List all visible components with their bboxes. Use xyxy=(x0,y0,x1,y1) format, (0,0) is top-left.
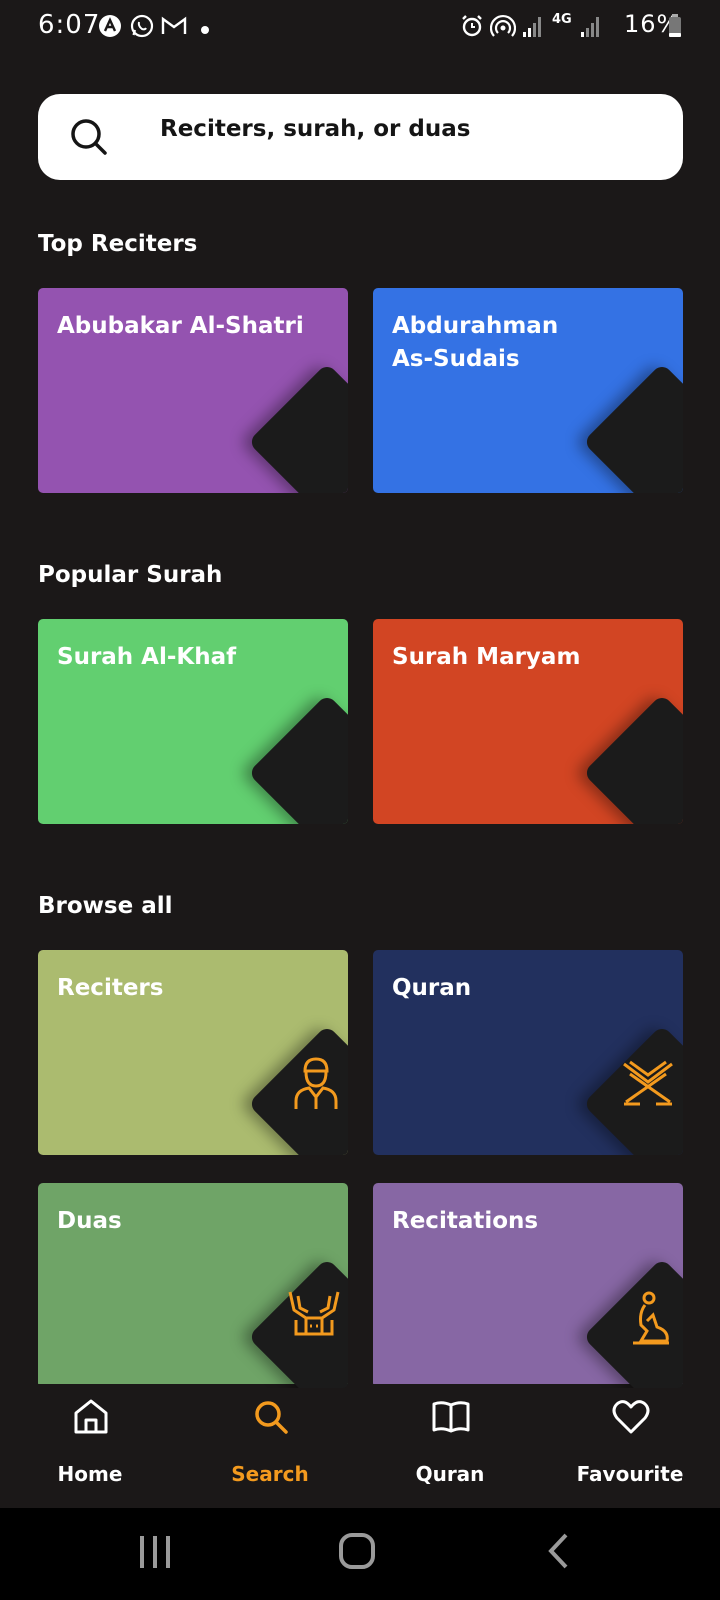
card-title: Quran xyxy=(392,975,472,1001)
card-browse-duas[interactable]: Duas xyxy=(38,1183,348,1388)
card-diamond xyxy=(247,693,348,824)
card-browse-reciters[interactable]: Reciters xyxy=(38,950,348,1155)
nav-favourite[interactable]: Favourite xyxy=(540,1384,720,1508)
card-title: Abubakar Al-Shatri xyxy=(57,313,304,339)
nav-search[interactable]: Search xyxy=(180,1384,360,1508)
notification-dot-icon xyxy=(200,20,210,39)
card-title: Surah Maryam xyxy=(392,644,581,670)
card-diamond xyxy=(582,693,683,824)
card-diamond xyxy=(582,362,683,493)
home-icon xyxy=(72,1398,110,1436)
book-icon xyxy=(432,1398,470,1436)
search-icon xyxy=(252,1398,290,1436)
nav-label-home: Home xyxy=(57,1462,123,1486)
signal-icon-2 xyxy=(580,14,602,42)
nav-label-quran: Quran xyxy=(415,1462,485,1486)
nav-quran[interactable]: Quran xyxy=(360,1384,540,1508)
gmail-icon xyxy=(161,14,187,42)
card-surah-al-khaf[interactable]: Surah Al-Khaf xyxy=(38,619,348,824)
network-type: 4G xyxy=(552,12,572,27)
card-title: Duas xyxy=(57,1208,122,1234)
back-icon[interactable] xyxy=(546,1532,570,1574)
card-browse-recitations[interactable]: Recitations xyxy=(373,1183,683,1388)
person-icon xyxy=(291,1055,341,1115)
search-placeholder: Reciters, surah, or duas xyxy=(160,116,471,142)
quran-stand-icon xyxy=(620,1058,676,1112)
card-reciter-sudais[interactable]: Abdurahman As-Sudais xyxy=(373,288,683,493)
praying-hands-icon xyxy=(288,1288,340,1342)
alarm-icon xyxy=(460,14,484,42)
nav-label-favourite: Favourite xyxy=(576,1462,684,1486)
card-title: Reciters xyxy=(57,975,164,1001)
status-bar: 6:07 4G 16% xyxy=(0,0,720,52)
whatsapp-icon xyxy=(130,14,154,42)
card-surah-maryam[interactable]: Surah Maryam xyxy=(373,619,683,824)
section-title-browse-all: Browse all xyxy=(38,893,173,919)
app-notification-icon xyxy=(98,14,122,42)
card-title: Abdurahman As-Sudais xyxy=(392,313,559,372)
card-browse-quran[interactable]: Quran xyxy=(373,950,683,1155)
hotspot-icon xyxy=(489,14,517,42)
battery-icon xyxy=(668,14,682,42)
heart-icon xyxy=(612,1398,650,1436)
search-input[interactable]: Reciters, surah, or duas xyxy=(38,94,683,180)
status-time: 6:07 xyxy=(38,10,101,40)
card-reciter-abubakar[interactable]: Abubakar Al-Shatri xyxy=(38,288,348,493)
system-navigation-bar xyxy=(0,1508,720,1600)
section-title-top-reciters: Top Reciters xyxy=(38,231,198,257)
app-screen: 6:07 4G 16% Reciters, surah, or duas Top… xyxy=(0,0,720,1600)
nav-label-search: Search xyxy=(231,1462,309,1486)
signal-icon xyxy=(522,14,544,42)
recent-apps-icon[interactable] xyxy=(138,1534,174,1574)
card-diamond xyxy=(247,362,348,493)
card-title: Surah Al-Khaf xyxy=(57,644,237,670)
card-title: Recitations xyxy=(392,1208,539,1234)
bottom-navigation: Home Search Quran Favourite xyxy=(0,1384,720,1508)
search-icon xyxy=(66,114,112,160)
kneeling-prayer-icon xyxy=(631,1291,671,1349)
nav-home[interactable]: Home xyxy=(0,1384,180,1508)
home-system-icon[interactable] xyxy=(338,1532,376,1574)
section-title-popular-surah: Popular Surah xyxy=(38,562,223,588)
